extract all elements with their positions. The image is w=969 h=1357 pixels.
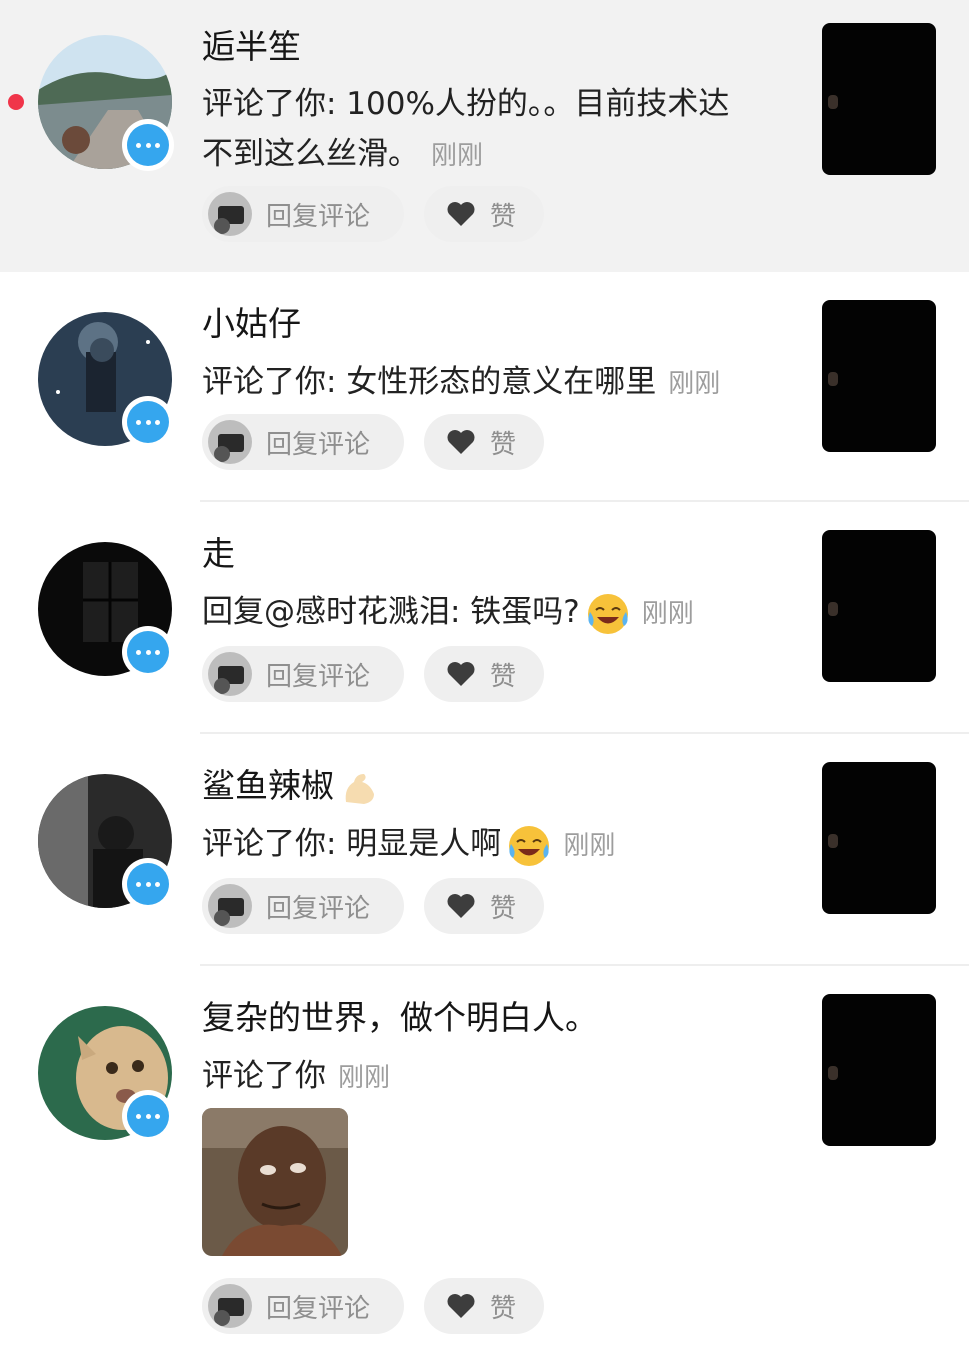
comment-badge-icon bbox=[122, 1090, 174, 1142]
user-name[interactable]: 小姑仔 bbox=[202, 304, 301, 344]
user-name[interactable]: 逅半笙 bbox=[202, 27, 301, 67]
like-label: 赞 bbox=[490, 661, 517, 692]
timestamp: 刚刚 bbox=[338, 1063, 391, 1093]
meme-sticker-image[interactable] bbox=[202, 1108, 348, 1256]
timestamp: 刚刚 bbox=[641, 599, 694, 629]
my-avatar-icon bbox=[208, 420, 252, 464]
user-name[interactable]: 走 bbox=[202, 534, 235, 574]
comment-text: 评论了你: 女性形态的意义在哪里 刚刚 bbox=[202, 364, 721, 400]
unread-dot bbox=[8, 94, 24, 110]
comment-text-continued: 不到这么丝滑。 刚刚 bbox=[202, 136, 484, 172]
reply-comment-button[interactable]: 回复评论 bbox=[202, 414, 404, 470]
reply-comment-button[interactable]: 回复评论 bbox=[202, 646, 404, 702]
heart-icon bbox=[447, 894, 475, 918]
comment-badge-icon bbox=[122, 119, 174, 171]
like-label: 赞 bbox=[490, 201, 517, 232]
reply-comment-button[interactable]: 回复评论 bbox=[202, 186, 404, 242]
reply-label: 回复评论 bbox=[266, 429, 371, 460]
notification-list: 逅半笙 评论了你: 100%人扮的。。目前技术达 不到这么丝滑。 刚刚 回复评论 … bbox=[0, 0, 969, 1357]
my-avatar-icon bbox=[208, 884, 252, 928]
comment-text: 评论了你 刚刚 bbox=[202, 1058, 391, 1094]
video-thumbnail[interactable] bbox=[822, 994, 936, 1146]
like-label: 赞 bbox=[490, 429, 517, 460]
reply-label: 回复评论 bbox=[266, 893, 371, 924]
notification-item[interactable]: 小姑仔 评论了你: 女性形态的意义在哪里 刚刚 回复评论 赞 bbox=[0, 272, 969, 502]
reply-comment-button[interactable]: 回复评论 bbox=[202, 878, 404, 934]
reply-label: 回复评论 bbox=[266, 201, 371, 232]
reply-label: 回复评论 bbox=[266, 661, 371, 692]
comment-text: 回复@感时花溅泪: 铁蛋吗? 刚刚 bbox=[202, 588, 694, 638]
like-button[interactable]: 赞 bbox=[424, 414, 544, 470]
timestamp: 刚刚 bbox=[431, 141, 484, 171]
like-label: 赞 bbox=[490, 1293, 517, 1324]
user-name[interactable]: 鲨鱼辣椒 bbox=[202, 766, 380, 808]
comment-badge-icon bbox=[122, 626, 174, 678]
video-thumbnail[interactable] bbox=[822, 762, 936, 914]
video-thumbnail[interactable] bbox=[822, 300, 936, 452]
reply-comment-button[interactable]: 回复评论 bbox=[202, 1278, 404, 1334]
video-thumbnail[interactable] bbox=[822, 23, 936, 175]
reply-label: 回复评论 bbox=[266, 1293, 371, 1324]
user-name[interactable]: 复杂的世界，做个明白人。 bbox=[202, 998, 598, 1038]
heart-icon bbox=[447, 662, 475, 686]
notification-item[interactable]: 逅半笙 评论了你: 100%人扮的。。目前技术达 不到这么丝滑。 刚刚 回复评论 … bbox=[0, 0, 969, 272]
like-button[interactable]: 赞 bbox=[424, 186, 544, 242]
comment-badge-icon bbox=[122, 396, 174, 448]
heart-icon bbox=[447, 430, 475, 454]
video-thumbnail[interactable] bbox=[822, 530, 936, 682]
heart-icon bbox=[447, 202, 475, 226]
like-button[interactable]: 赞 bbox=[424, 646, 544, 702]
notification-item[interactable]: 鲨鱼辣椒 评论了你: 明显是人啊 刚刚 回复评论 赞 bbox=[0, 734, 969, 966]
comment-badge-icon bbox=[122, 858, 174, 910]
like-label: 赞 bbox=[490, 893, 517, 924]
notification-item[interactable]: 复杂的世界，做个明白人。 评论了你 刚刚 回复评论 赞 bbox=[0, 966, 969, 1357]
my-avatar-icon bbox=[208, 652, 252, 696]
my-avatar-icon bbox=[208, 1284, 252, 1328]
flexed-biceps-emoji-icon bbox=[345, 773, 374, 804]
crying-laughing-emoji-icon bbox=[509, 825, 550, 866]
timestamp: 刚刚 bbox=[668, 369, 721, 399]
my-avatar-icon bbox=[208, 192, 252, 236]
heart-icon bbox=[447, 1294, 475, 1318]
like-button[interactable]: 赞 bbox=[424, 1278, 544, 1334]
comment-text: 评论了你: 100%人扮的。。目前技术达 bbox=[202, 86, 730, 122]
comment-text: 评论了你: 明显是人啊 刚刚 bbox=[202, 820, 615, 870]
notification-item[interactable]: 走 回复@感时花溅泪: 铁蛋吗? 刚刚 回复评论 赞 bbox=[0, 502, 969, 734]
timestamp: 刚刚 bbox=[563, 831, 616, 861]
like-button[interactable]: 赞 bbox=[424, 878, 544, 934]
crying-laughing-emoji-icon bbox=[587, 593, 628, 634]
